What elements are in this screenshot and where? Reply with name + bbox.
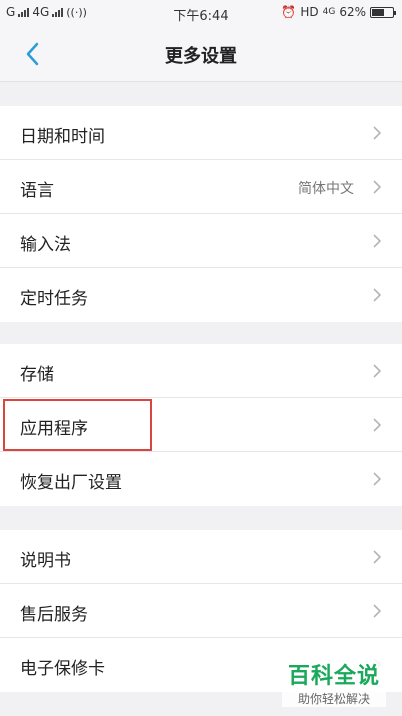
row-label: 恢复出厂设置	[20, 473, 122, 493]
page-title: 更多设置	[165, 46, 237, 67]
watermark: 百科全说 助你轻松解决	[282, 658, 386, 707]
chevron-right-icon	[373, 550, 382, 564]
nav-bar: 更多设置	[0, 26, 402, 82]
chevron-right-icon	[373, 126, 382, 140]
row-input-method[interactable]: 输入法	[0, 214, 402, 268]
row-label: 电子保修卡	[20, 659, 105, 679]
status-right: ⏰ HD 4G 62%	[281, 5, 396, 19]
network-label: HD	[300, 5, 319, 19]
battery-percent: 62%	[339, 5, 366, 19]
row-manual[interactable]: 说明书	[0, 530, 402, 584]
chevron-right-icon	[373, 288, 382, 302]
row-label: 说明书	[20, 551, 71, 571]
row-label: 售后服务	[20, 605, 88, 625]
chevron-right-icon	[373, 418, 382, 432]
row-date-time[interactable]: 日期和时间	[0, 106, 402, 160]
settings-group-1: 日期和时间 语言 简体中文 输入法 定时任务	[0, 106, 402, 322]
network-gen-label: 4G	[322, 7, 336, 17]
alarm-icon: ⏰	[281, 5, 297, 19]
battery-icon	[370, 6, 396, 18]
row-label: 定时任务	[20, 289, 88, 309]
row-storage[interactable]: 存储	[0, 344, 402, 398]
status-bar: G 4G ((·)) 下午6:44 ⏰ HD 4G 62%	[0, 0, 402, 26]
row-factory-reset[interactable]: 恢复出厂设置	[0, 452, 402, 506]
watermark-title: 百科全说	[287, 664, 380, 689]
highlight-box	[3, 399, 152, 451]
row-label: 日期和时间	[20, 127, 105, 147]
chevron-right-icon	[373, 180, 382, 194]
chevron-right-icon	[373, 604, 382, 618]
row-label: 输入法	[20, 235, 71, 255]
row-scheduled-tasks[interactable]: 定时任务	[0, 268, 402, 322]
watermark-subtitle: 助你轻松解决	[297, 692, 370, 706]
row-language[interactable]: 语言 简体中文	[0, 160, 402, 214]
row-after-sales[interactable]: 售后服务	[0, 584, 402, 638]
chevron-right-icon	[373, 364, 382, 378]
row-value: 简体中文	[298, 181, 354, 197]
chevron-right-icon	[373, 472, 382, 486]
row-label: 语言	[20, 181, 54, 201]
row-label: 存储	[20, 365, 54, 385]
chevron-right-icon	[373, 234, 382, 248]
